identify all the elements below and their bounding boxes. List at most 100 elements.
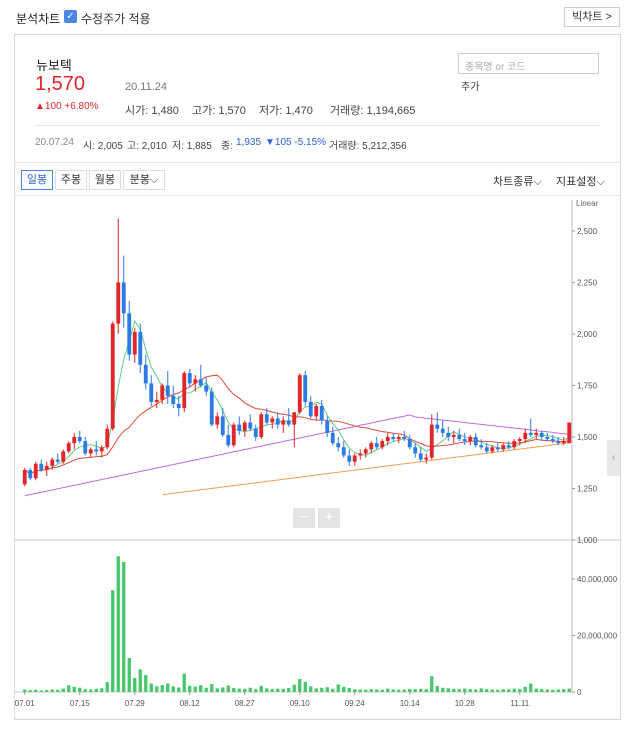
volume-bar [83, 689, 87, 692]
candle-body [94, 449, 99, 452]
volume-bar [463, 688, 467, 692]
candle-body [50, 459, 55, 466]
volume-bar [485, 689, 489, 692]
volume-bar [540, 689, 544, 692]
x-tick-label: 08.12 [180, 699, 201, 708]
x-tick-label: 11.11 [510, 699, 529, 708]
candle-body [561, 441, 566, 444]
volume-bar [452, 688, 456, 692]
volume-bar [105, 682, 109, 692]
volume-bar [39, 690, 43, 692]
x-tick-label: 08.27 [235, 699, 256, 708]
candle-body [457, 434, 462, 440]
candle-body [33, 463, 38, 479]
volume-bar [353, 689, 357, 692]
x-tick-label: 10.28 [455, 699, 476, 708]
candle-body [55, 459, 60, 462]
volume-bar [402, 689, 406, 692]
candle-body [369, 443, 374, 450]
candle-body [435, 424, 440, 429]
volume-bar [270, 689, 274, 692]
candle-body [473, 436, 478, 446]
stock-chart[interactable]: Linear 2,500 2,250 2,000 1,750 1,500 1,250 1,00… [0, 0, 636, 738]
volume-bar [424, 689, 428, 692]
side-panel-handle[interactable]: ‹ [607, 440, 620, 476]
candle-body [396, 436, 401, 440]
candle-body [149, 383, 154, 402]
volume-bar [567, 688, 571, 692]
candle-body [325, 420, 330, 433]
volume-bar [556, 689, 560, 692]
candle-body [248, 422, 253, 429]
candle-body [358, 453, 363, 456]
candle-body [407, 439, 412, 448]
candle-body [127, 313, 132, 355]
volume-bar [138, 669, 142, 692]
volume-bar [391, 689, 395, 692]
volume-bar [457, 689, 461, 692]
x-tick-label: 07.01 [15, 699, 36, 708]
volume-bar [419, 688, 423, 692]
volume-bar [182, 673, 186, 692]
volume-bar [369, 689, 373, 692]
volume-bar [254, 689, 258, 692]
candle-body [545, 436, 550, 440]
candle-body [374, 443, 379, 448]
candle-body [231, 424, 236, 446]
candle-body [380, 441, 385, 448]
candle-body [77, 436, 82, 442]
price-tick-label: 1,000 [577, 536, 598, 545]
volume-bar [149, 683, 153, 692]
volume-bar [133, 677, 137, 692]
candle-body [385, 436, 390, 442]
zoom-out-button[interactable]: − [293, 508, 315, 528]
volume-bar [45, 690, 49, 692]
candle-body [215, 416, 220, 425]
volume-bar [177, 687, 181, 692]
candle-body [44, 465, 49, 470]
volume-bar [171, 686, 175, 692]
price-tick-label: 2,500 [577, 227, 598, 236]
volume-bar [232, 688, 236, 692]
volume-bar [204, 687, 208, 692]
candle-body [314, 406, 319, 417]
candle-body [253, 428, 258, 437]
volume-bar [50, 689, 54, 692]
candle-body [204, 385, 209, 392]
candle-body [286, 420, 291, 425]
candle-body [484, 447, 489, 452]
volume-bar [72, 686, 76, 692]
zoom-in-button[interactable]: + [318, 508, 340, 528]
candle-body [110, 323, 115, 429]
candle-body [116, 282, 121, 324]
candle-body [182, 373, 187, 409]
candle-body [193, 379, 198, 384]
volume-bar [28, 690, 32, 692]
candle-body [506, 445, 511, 448]
candle-body [347, 455, 352, 462]
volume-bar [523, 686, 527, 692]
volume-bar [474, 689, 478, 692]
volume-bar [276, 688, 280, 692]
volume-bar [215, 688, 219, 692]
volume-bar [507, 689, 511, 692]
candle-body [429, 424, 434, 458]
volume-bar [386, 688, 390, 692]
volume-bar [298, 678, 302, 692]
volume-bar [248, 687, 252, 692]
candle-body [72, 436, 77, 444]
candle-body [556, 441, 561, 444]
candle-body [242, 422, 247, 431]
candle-body [495, 447, 500, 450]
candle-body [308, 401, 313, 417]
candle-body [154, 399, 159, 402]
candle-body [550, 439, 555, 442]
x-tick-label: 09.10 [290, 699, 311, 708]
candle-body [413, 447, 418, 454]
volume-bar [122, 561, 126, 692]
candle-body [281, 420, 286, 425]
candle-body [517, 439, 522, 442]
volume-tick-label: 20,000,000 [577, 631, 618, 640]
volume-bar [479, 688, 483, 692]
volume-bar [100, 688, 104, 692]
